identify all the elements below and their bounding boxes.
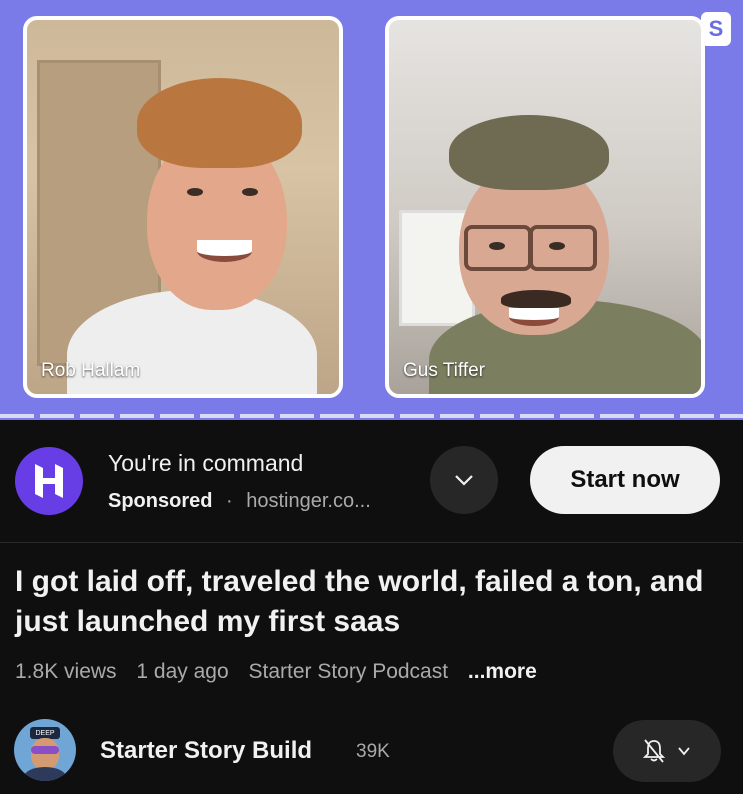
progress-divider [0,414,743,418]
chevron-down-icon [455,475,473,486]
participant-name-1: Rob Hallam [41,360,141,381]
ad-meta: Sponsored · hostinger.co... [108,490,371,513]
subscriber-count: 39K [356,741,390,762]
participant-tile-2: Gus Tiffer [385,16,705,398]
subscribe-notification-button[interactable] [613,720,721,782]
meta-separator: · [226,490,233,512]
channel-avatar[interactable]: DEEP [14,719,76,781]
bell-off-icon [642,739,666,763]
more-link[interactable]: ...more [468,660,537,683]
channel-name[interactable]: Starter Story Build [100,737,312,765]
start-now-button[interactable]: Start now [530,446,720,514]
channel-row[interactable]: DEEP Starter Story Build 39K [0,712,743,794]
participant-name-2: Gus Tiffer [403,360,486,381]
upload-age: 1 day ago [136,660,229,683]
ad-domain: hostinger.co... [246,490,371,512]
chevron-down-icon [678,747,690,756]
playlist-name: Starter Story Podcast [248,660,449,683]
hostinger-logo-icon[interactable] [15,447,83,515]
video-title[interactable]: I got laid off, traveled the world, fail… [15,562,705,642]
ad-headline[interactable]: You're in command [108,450,303,477]
s-logo-icon: S [701,12,731,46]
video-player[interactable]: Rob Hallam Gus Tiffer S [0,0,743,420]
ad-expand-button[interactable] [430,446,498,514]
participant-tile-1: Rob Hallam [23,16,343,398]
sponsored-ad[interactable]: You're in command Sponsored · hostinger.… [0,420,743,543]
sponsored-label: Sponsored [108,490,213,512]
view-count: 1.8K views [15,660,117,683]
video-stats[interactable]: 1.8K views 1 day ago Starter Story Podca… [15,660,551,684]
